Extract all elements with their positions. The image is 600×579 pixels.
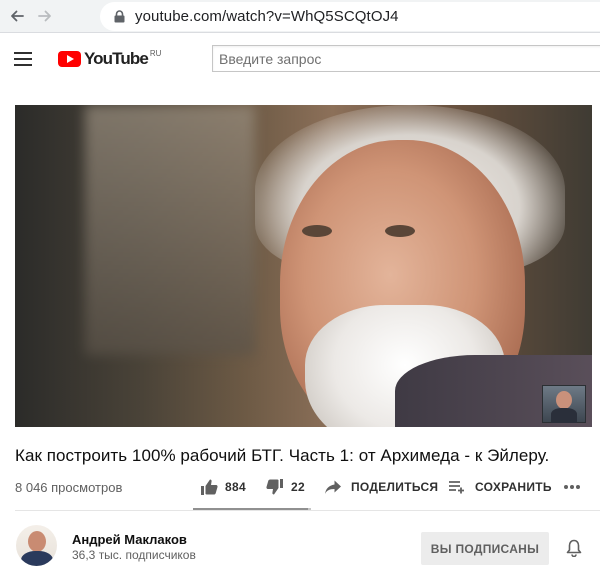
playlist-add-icon	[447, 478, 467, 496]
youtube-play-icon	[58, 51, 81, 67]
address-bar[interactable]: youtube.com/watch?v=WhQ5SCQtOJ4	[100, 2, 600, 31]
logo-text: YouTube	[84, 49, 149, 68]
search-input[interactable]	[213, 46, 600, 71]
channel-avatar[interactable]	[16, 525, 57, 566]
dislike-count: 22	[291, 480, 305, 494]
hamburger-menu-icon[interactable]	[14, 48, 36, 70]
channel-name[interactable]: Андрей Маклаков	[72, 532, 187, 547]
save-label: СОХРАНИТЬ	[475, 480, 552, 494]
video-player[interactable]	[15, 105, 592, 427]
thumbs-up-icon	[199, 478, 219, 496]
search-box	[212, 45, 600, 72]
subscriber-count: 36,3 тыс. подписчиков	[72, 548, 196, 562]
share-arrow-icon	[323, 478, 343, 496]
more-horizontal-icon	[562, 478, 582, 496]
video-actions: 884 22 ПОДЕЛИТЬСЯ СОХРАНИТЬ	[0, 478, 600, 498]
browser-toolbar: youtube.com/watch?v=WhQ5SCQtOJ4	[0, 0, 600, 33]
channel-watermark[interactable]	[542, 385, 586, 423]
youtube-logo[interactable]: YouTube RU	[58, 49, 161, 69]
divider	[15, 510, 600, 511]
share-label: ПОДЕЛИТЬСЯ	[351, 480, 439, 494]
youtube-masthead: YouTube RU	[0, 33, 600, 85]
like-count: 884	[225, 480, 246, 494]
thumbs-down-icon	[265, 478, 285, 496]
back-arrow-icon[interactable]	[6, 5, 28, 27]
subscribed-button[interactable]: ВЫ ПОДПИСАНЫ	[421, 532, 549, 565]
like-button[interactable]: 884	[199, 478, 246, 496]
save-button[interactable]: СОХРАНИТЬ	[447, 478, 552, 496]
forward-arrow-icon[interactable]	[34, 5, 56, 27]
notification-bell-icon[interactable]	[563, 537, 585, 559]
dislike-button[interactable]: 22	[265, 478, 305, 496]
lock-icon[interactable]	[112, 10, 126, 24]
share-button[interactable]: ПОДЕЛИТЬСЯ	[323, 478, 438, 496]
logo-region: RU	[149, 49, 162, 58]
video-title: Как построить 100% рабочий БТГ. Часть 1:…	[15, 446, 550, 465]
more-options-button[interactable]	[562, 478, 582, 496]
url-text[interactable]: youtube.com/watch?v=WhQ5SCQtOJ4	[135, 8, 399, 25]
